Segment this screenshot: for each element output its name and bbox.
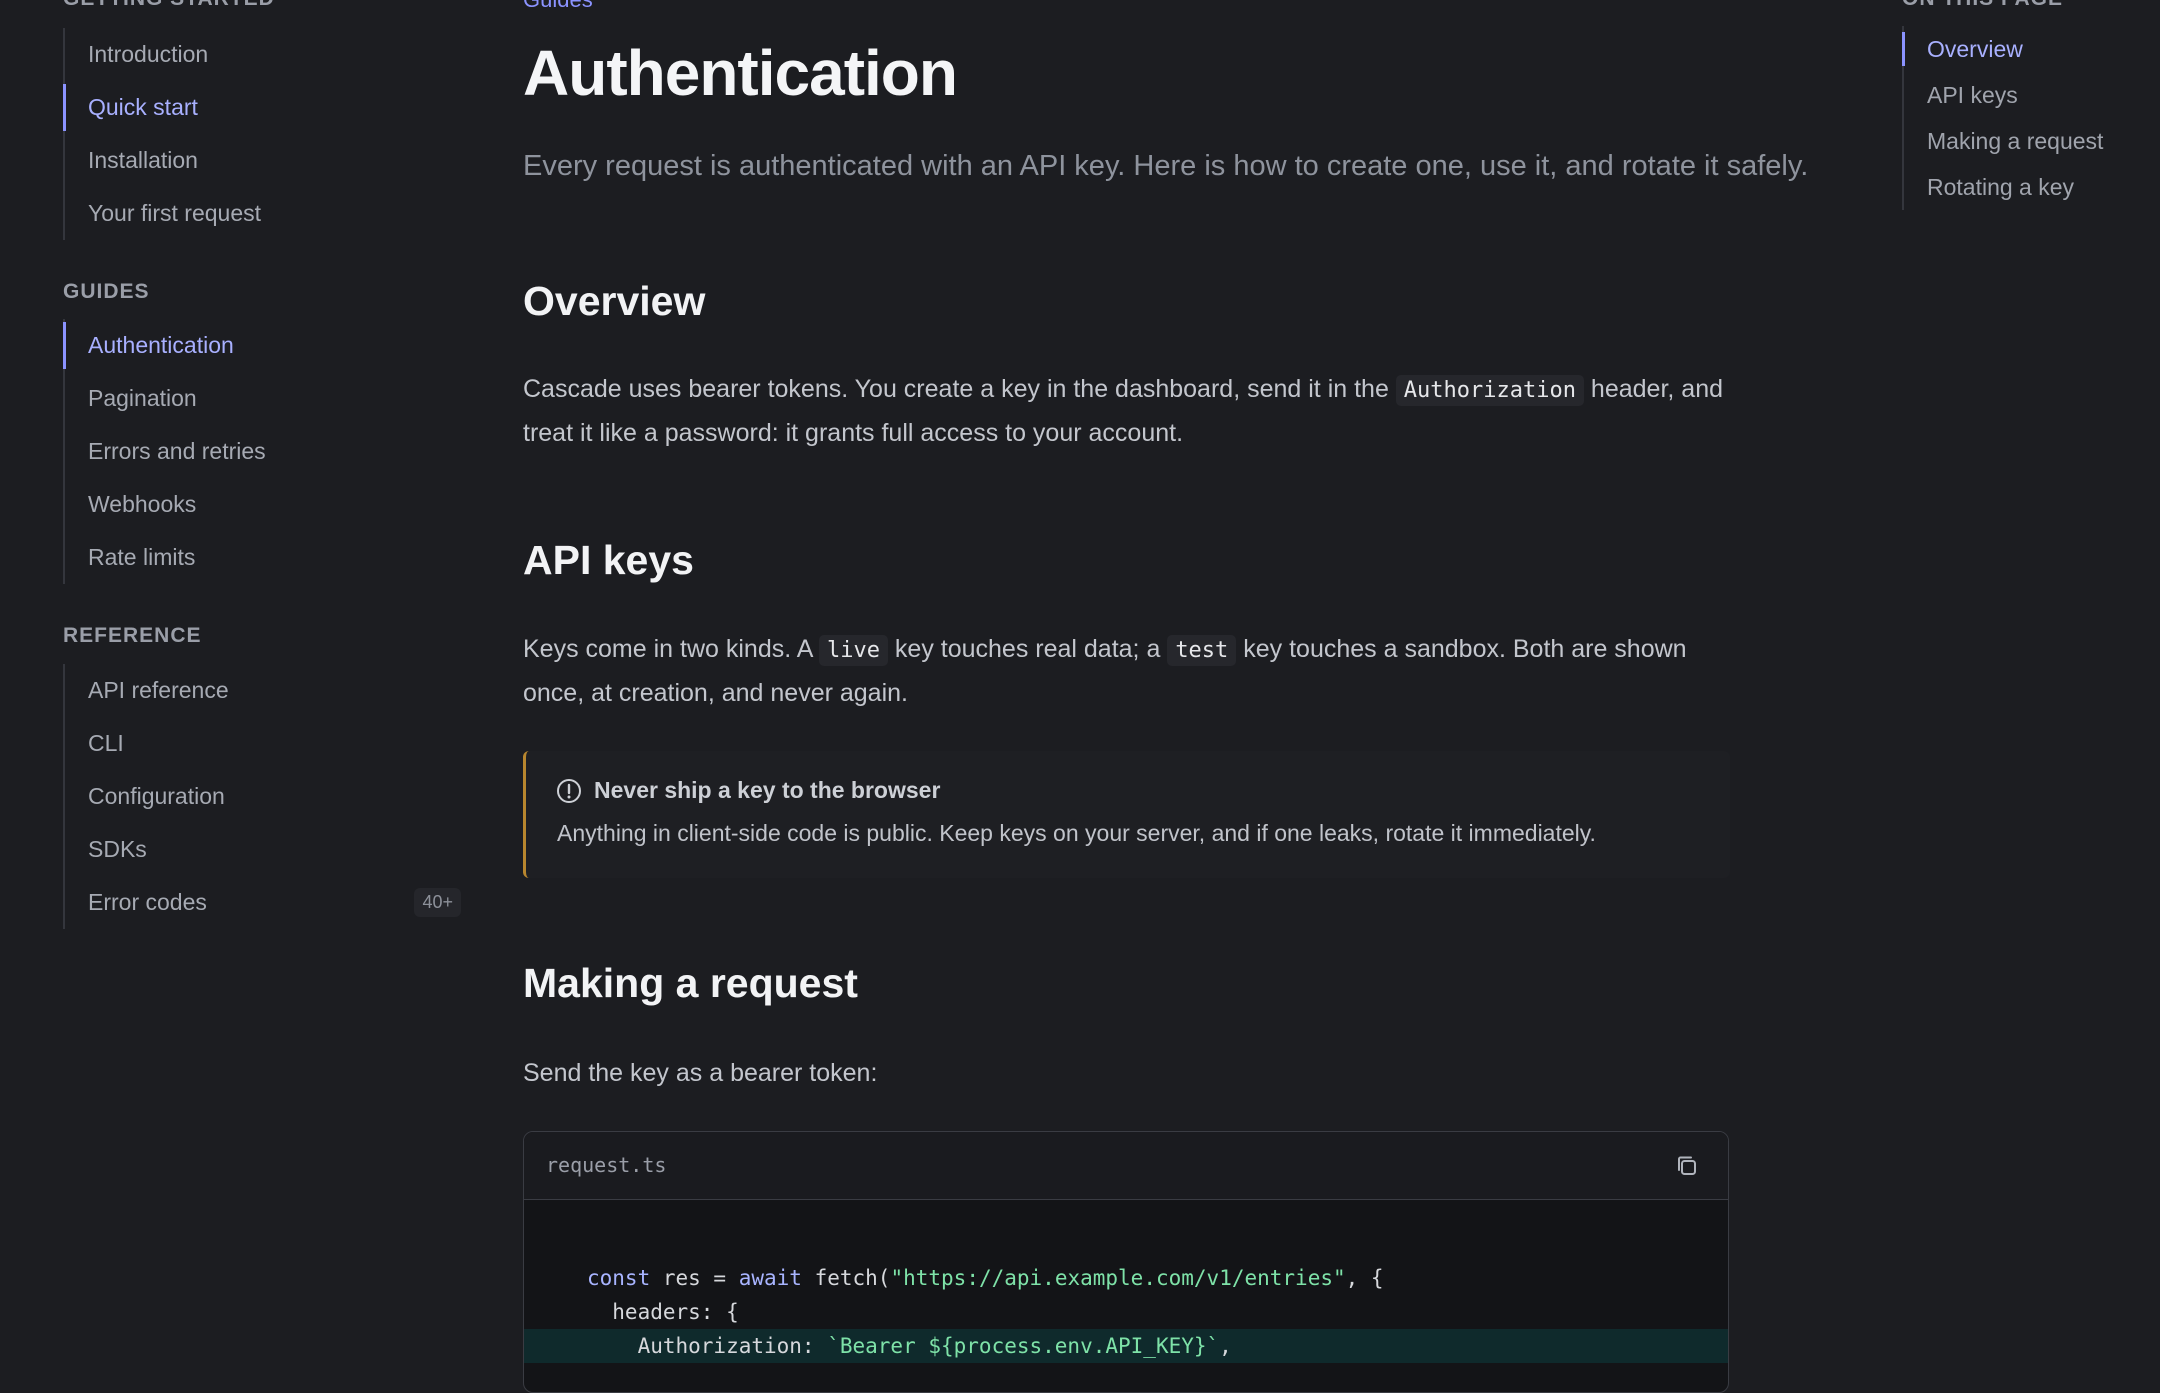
inline-code: Authorization	[1395, 375, 1584, 406]
code-block: request.ts const res = await fetch("http…	[523, 1131, 1729, 1393]
alert-circle-icon	[557, 778, 581, 803]
callout-body: Anything in client-side code is public. …	[557, 820, 1596, 846]
sidebar-item-label: Error codes	[88, 889, 207, 915]
code-keyword: const	[587, 1266, 651, 1290]
toc-item-api-keys[interactable]: API keys	[1904, 72, 2103, 118]
making-request-paragraph: Send the key as a bearer token:	[523, 1059, 878, 1087]
sidebar-section-guides: GUIDES	[63, 280, 150, 303]
code-filename: request.ts	[546, 1153, 667, 1177]
nav-group-reference: API reference CLI Configuration SDKs Err…	[63, 664, 467, 929]
sidebar-section-reference: REFERENCE	[63, 624, 202, 647]
callout-title: Never ship a key to the browser	[556, 777, 940, 804]
code-string: "https://api.example.com/v1/entries"	[890, 1266, 1346, 1290]
heading-overview: Overview	[523, 278, 706, 324]
sidebar-item-cli[interactable]: CLI	[65, 717, 467, 770]
heading-making-a-request: Making a request	[523, 960, 858, 1006]
page-lead: Every request is authenticated with an A…	[523, 150, 1809, 182]
sidebar-item-installation[interactable]: Installation	[65, 134, 467, 187]
code-keyword: await	[738, 1266, 802, 1290]
code-line: headers: {	[587, 1300, 739, 1324]
sidebar-item-rate-limits[interactable]: Rate limits	[65, 531, 467, 584]
code-text: fetch(	[801, 1266, 891, 1290]
sidebar-item-webhooks[interactable]: Webhooks	[65, 478, 467, 531]
sidebar-item-error-codes[interactable]: Error codes 40+	[65, 876, 467, 929]
inline-code: live	[818, 635, 888, 666]
toc-list: Overview API keys Making a request Rotat…	[1901, 26, 2103, 210]
code-line: const res = await fetch("https://api.exa…	[524, 1261, 1728, 1295]
text-span: Cascade uses bearer tokens. You create a…	[523, 375, 1396, 403]
sidebar-item-pagination[interactable]: Pagination	[65, 372, 467, 425]
nav-group-guides: Authentication Pagination Errors and ret…	[63, 319, 467, 584]
code-line-highlighted: Authorization: `Bearer ${process.env.API…	[524, 1329, 1728, 1363]
toc-item-making-a-request[interactable]: Making a request	[1904, 118, 2103, 164]
warning-callout: Never ship a key to the browser Anything…	[523, 751, 1730, 878]
nav-group-getting-started: Introduction Quick start Installation Yo…	[63, 28, 467, 240]
code-string: `Bearer ${process.env.API_KEY}`	[827, 1334, 1220, 1358]
toc-item-rotating-a-key[interactable]: Rotating a key	[1904, 164, 2103, 210]
sidebar-item-errors-and-retries[interactable]: Errors and retries	[65, 425, 467, 478]
callout-title-text: Never ship a key to the browser	[594, 777, 941, 803]
breadcrumb[interactable]: Guides	[523, 0, 593, 13]
api-keys-paragraph: Keys come in two kinds. A live key touch…	[523, 628, 1723, 715]
code-block-header: request.ts	[524, 1132, 1728, 1200]
text-span: key touches real data; a	[887, 635, 1168, 663]
heading-api-keys: API keys	[523, 537, 694, 583]
toc-item-overview[interactable]: Overview	[1901, 26, 2103, 72]
sidebar-nav: GETTING STARTED Introduction Quick start…	[0, 0, 470, 1352]
toc-title: ON THIS PAGE	[1902, 0, 2063, 11]
sidebar-item-sdks[interactable]: SDKs	[65, 823, 467, 876]
sidebar-item-authentication[interactable]: Authentication	[63, 319, 467, 372]
code-text: Authorization:	[587, 1334, 828, 1358]
sidebar-item-api-reference[interactable]: API reference	[65, 664, 467, 717]
code-body: const res = await fetch("https://api.exa…	[524, 1261, 1728, 1363]
inline-code: test	[1167, 635, 1237, 666]
count-badge: 40+	[414, 888, 461, 917]
code-text: ,	[1219, 1334, 1232, 1358]
sidebar-item-introduction[interactable]: Introduction	[65, 28, 467, 81]
code-text: , {	[1345, 1266, 1384, 1290]
text-span: Keys come in two kinds. A	[523, 635, 819, 663]
sidebar-section-getting-started: GETTING STARTED	[63, 0, 275, 11]
sidebar-item-your-first-request[interactable]: Your first request	[65, 187, 467, 240]
copy-icon[interactable]	[1674, 1153, 1700, 1179]
sidebar-item-quick-start[interactable]: Quick start	[63, 81, 467, 134]
page-title: Authentication	[523, 37, 958, 109]
code-text: res =	[650, 1266, 739, 1290]
sidebar-item-configuration[interactable]: Configuration	[65, 770, 467, 823]
overview-paragraph: Cascade uses bearer tokens. You create a…	[523, 368, 1723, 455]
